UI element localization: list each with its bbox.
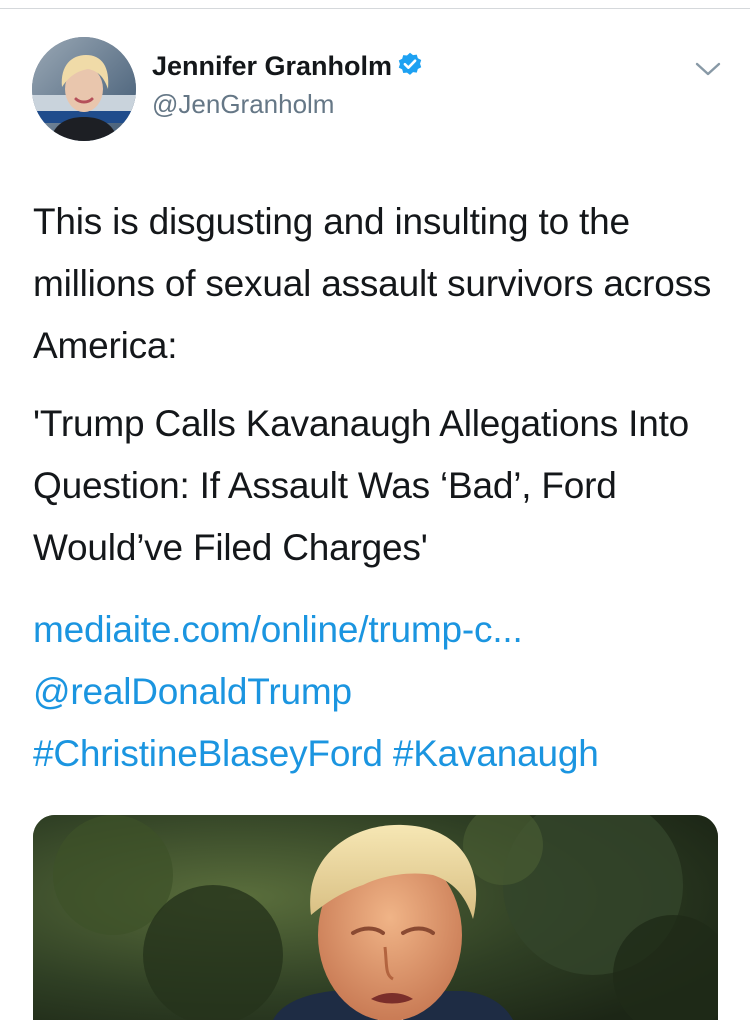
media-photo [33,815,718,1020]
verified-badge-icon [398,52,422,75]
tweet: Jennifer Granholm @JenGranholm This is d… [0,9,750,1020]
article-link[interactable]: mediaite.com/online/trump-c... [33,599,723,661]
author-name[interactable]: Jennifer Granholm [152,51,424,82]
tweet-body: This is disgusting and insulting to the … [33,191,723,785]
author-name-text: Jennifer Granholm [152,51,393,81]
tweet-quoted-headline: 'Trump Calls Kavanaugh Allegations Into … [33,403,690,568]
tweet-links: mediaite.com/online/trump-c... @realDona… [33,599,723,785]
hashtag-link[interactable]: #ChristineBlaseyFord [33,733,383,774]
chevron-down-icon[interactable] [694,59,722,79]
avatar[interactable] [32,37,136,141]
hashtag-link[interactable]: #Kavanaugh [393,733,599,774]
mention-link[interactable]: @realDonaldTrump [33,661,723,723]
author-handle[interactable]: @JenGranholm [152,89,334,120]
hashtags-line: #ChristineBlaseyFord #Kavanaugh [33,723,723,785]
tweet-paragraph: This is disgusting and insulting to the … [33,201,712,366]
avatar-image [32,37,136,141]
media-card[interactable] [33,815,718,1020]
